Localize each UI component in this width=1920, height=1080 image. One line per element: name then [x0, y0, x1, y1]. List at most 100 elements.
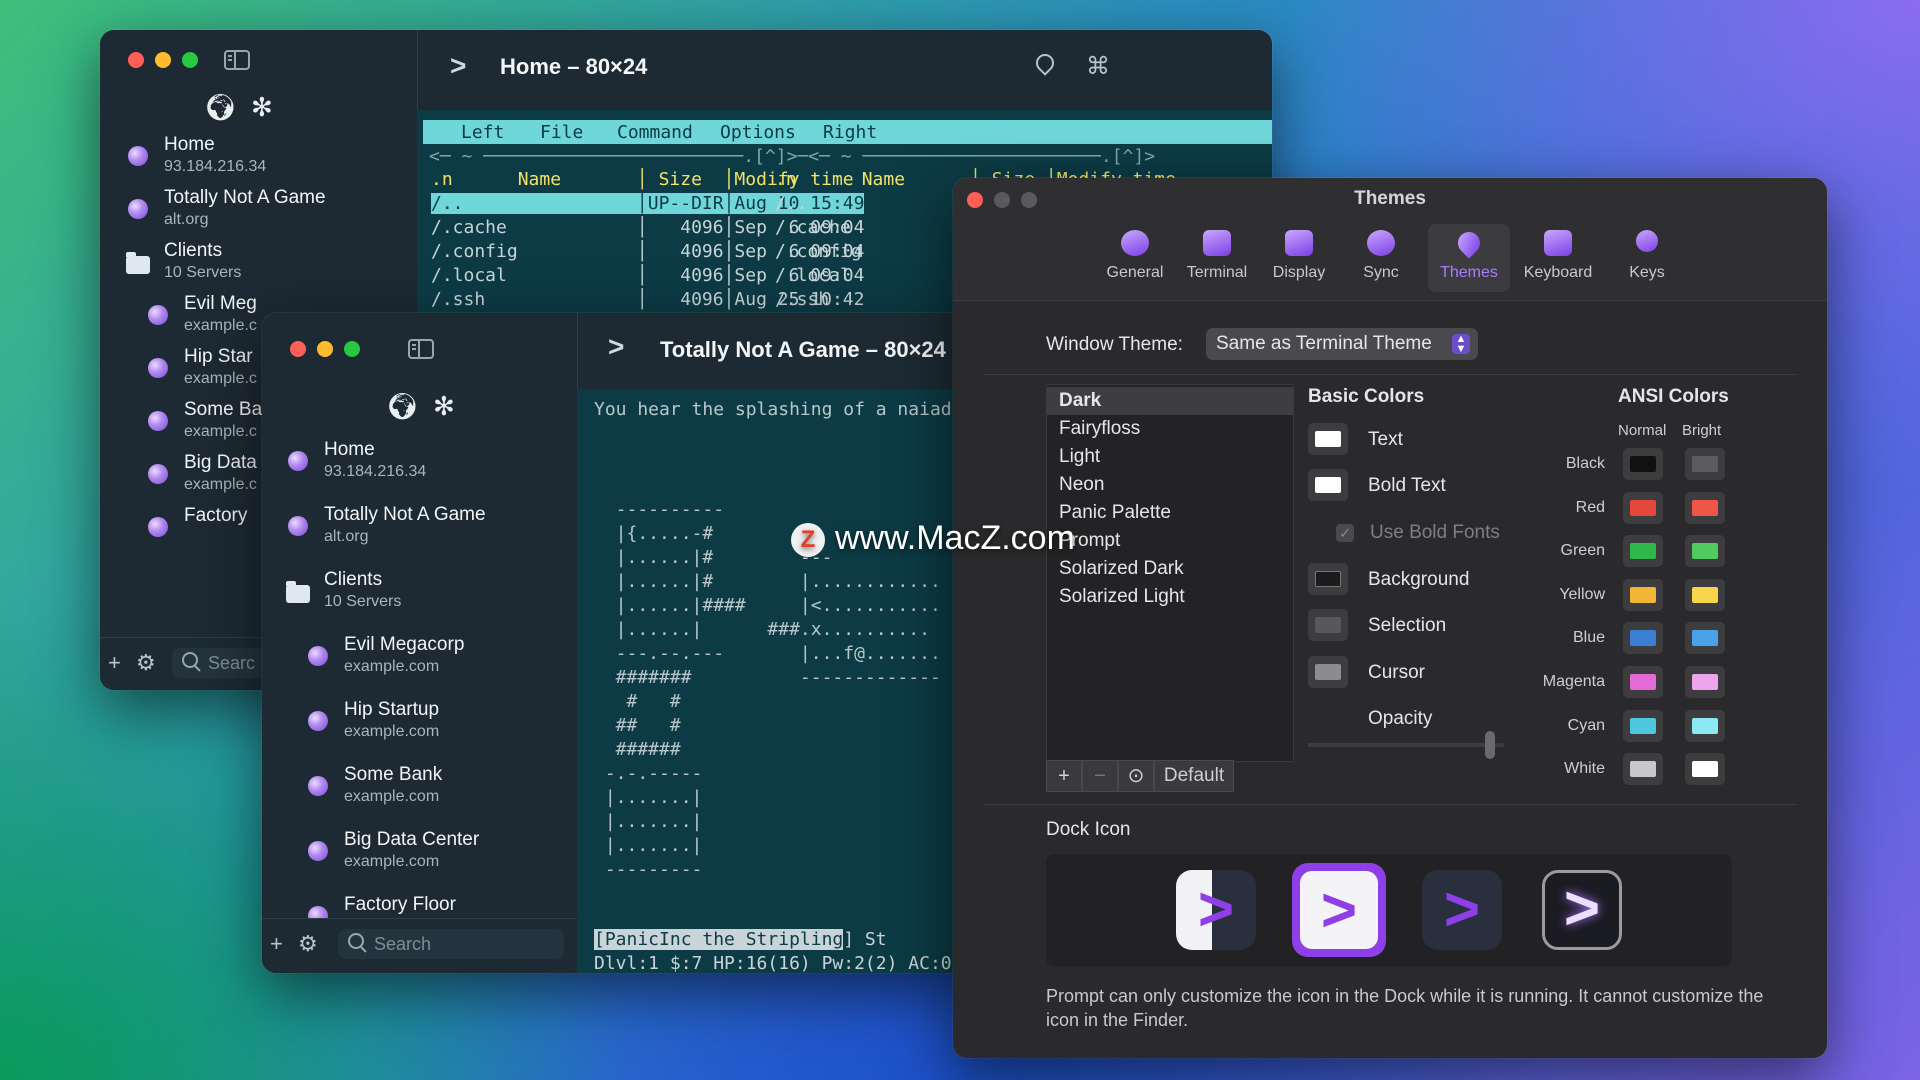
mc-row[interactable]: /..	[775, 193, 808, 214]
ansi-bright-well[interactable]	[1685, 448, 1725, 480]
color-well[interactable]	[1308, 609, 1348, 641]
theme-list-item[interactable]: Panic Palette	[1047, 499, 1293, 527]
default-button[interactable]: Default	[1154, 760, 1234, 792]
opacity-slider[interactable]	[1308, 731, 1504, 759]
sidebar-server-hip[interactable]: Hip Startup example.com	[262, 697, 577, 749]
sidebar-server-evil[interactable]: Evil Megacorp example.com	[262, 632, 577, 684]
sidebar-server-game[interactable]: Totally Not A Game alt.org	[262, 502, 577, 554]
tab-keys[interactable]: Keys	[1606, 224, 1688, 292]
asterisk-icon[interactable]: ✻	[433, 391, 455, 422]
globe-icon[interactable]: 🌍︎	[204, 92, 237, 123]
tab-general[interactable]: General	[1094, 224, 1176, 292]
tab-display[interactable]: Display	[1258, 224, 1340, 292]
ansi-normal-well[interactable]	[1623, 535, 1663, 567]
map-line: |.......|	[594, 787, 703, 808]
mc-row[interactable]: /.config	[775, 241, 862, 262]
tab-themes[interactable]: Themes	[1428, 224, 1510, 292]
server-host: example.c	[184, 476, 257, 493]
ansi-bright-well[interactable]	[1685, 492, 1725, 524]
minimize-button[interactable]	[155, 52, 171, 68]
theme-list-item[interactable]: Prompt	[1047, 527, 1293, 555]
display-icon	[1285, 230, 1313, 256]
color-well[interactable]	[1308, 423, 1348, 455]
ansi-normal-well[interactable]	[1623, 666, 1663, 698]
ansi-normal-well[interactable]	[1623, 492, 1663, 524]
mc-menu-command[interactable]: Command	[617, 122, 693, 143]
mc-menu-file[interactable]: File	[540, 122, 583, 143]
sidebar-server-bank[interactable]: Some Bank example.com	[262, 762, 577, 814]
ansi-normal-well[interactable]	[1623, 753, 1663, 785]
theme-list-item-dark[interactable]: Dark	[1047, 387, 1293, 415]
search-input[interactable]: Search	[338, 929, 564, 959]
color-well[interactable]	[1308, 656, 1348, 688]
tab-label: Themes	[1440, 264, 1498, 281]
gear-icon[interactable]: ⚙	[298, 931, 318, 957]
dock-icon-option-neon[interactable]: >	[1542, 870, 1622, 950]
color-label: Background	[1368, 569, 1470, 590]
dock-icon-picker: > > > >	[1046, 854, 1732, 966]
sidebar-server-game[interactable]: Totally Not A Game alt.org	[100, 185, 417, 237]
mc-menu-right[interactable]: Right	[823, 122, 877, 143]
map-line: |......|# |............	[594, 571, 941, 592]
window-theme-select[interactable]: Same as Terminal Theme ▲ ▼	[1206, 328, 1478, 360]
sidebar-server-home[interactable]: Home 93.184.216.34	[100, 132, 417, 184]
more-options-icon[interactable]: ⊙	[1118, 760, 1154, 792]
key-icon	[1636, 230, 1658, 252]
globe-icon[interactable]: 🌍︎	[386, 391, 419, 422]
dock-icon-option-dark[interactable]: >	[1422, 870, 1502, 950]
keyboard-grid-icon[interactable]: ⌘	[1086, 52, 1110, 81]
ansi-normal-well[interactable]	[1623, 710, 1663, 742]
tab-terminal[interactable]: Terminal	[1176, 224, 1258, 292]
close-button[interactable]	[128, 52, 144, 68]
add-icon[interactable]: +	[270, 931, 283, 957]
ansi-bright-well[interactable]	[1685, 535, 1725, 567]
gear-icon[interactable]: ⚙	[136, 650, 156, 676]
mc-menu-left[interactable]: Left	[461, 122, 504, 143]
theme-list-item[interactable]: Fairyfloss	[1047, 415, 1293, 443]
server-host: example.com	[344, 853, 440, 870]
sidebar-toggle-icon[interactable]	[408, 339, 434, 359]
server-ball-icon	[148, 358, 168, 378]
add-theme-button[interactable]: +	[1046, 760, 1082, 792]
server-host: example.c	[184, 423, 257, 440]
ansi-normal-well[interactable]	[1623, 448, 1663, 480]
theme-list-item[interactable]: Light	[1047, 443, 1293, 471]
ansi-bright-well[interactable]	[1685, 710, 1725, 742]
color-well[interactable]	[1308, 469, 1348, 501]
add-icon[interactable]: +	[108, 650, 121, 676]
tab-sync[interactable]: Sync	[1340, 224, 1422, 292]
ansi-bright-well[interactable]	[1685, 579, 1725, 611]
close-button[interactable]	[290, 341, 306, 357]
remove-theme-button[interactable]: −	[1082, 760, 1118, 792]
sidebar-toggle-icon[interactable]	[224, 50, 250, 70]
zoom-button[interactable]	[344, 341, 360, 357]
theme-list-item[interactable]: Neon	[1047, 471, 1293, 499]
tab-keyboard[interactable]: Keyboard	[1517, 224, 1599, 292]
asterisk-icon[interactable]: ✻	[251, 92, 273, 123]
divider	[983, 804, 1797, 805]
mc-menu-options[interactable]: Options	[720, 122, 796, 143]
sidebar-folder-clients[interactable]: Clients 10 Servers	[100, 238, 417, 290]
minimize-button[interactable]	[317, 341, 333, 357]
zoom-button[interactable]	[182, 52, 198, 68]
dock-icon-option-light-selected[interactable]: >	[1292, 863, 1386, 957]
sidebar-folder-clients[interactable]: Clients 10 Servers	[262, 567, 577, 619]
theme-list-item[interactable]: Solarized Dark	[1047, 555, 1293, 583]
mc-row[interactable]: /.ssh	[775, 289, 829, 310]
sidebar-server-bigdata[interactable]: Big Data Center example.com	[262, 827, 577, 879]
mc-row[interactable]: /.local	[775, 265, 851, 286]
ansi-bright-well[interactable]	[1685, 666, 1725, 698]
ansi-bright-well[interactable]	[1685, 622, 1725, 654]
dock-icon-option-split[interactable]: >	[1176, 870, 1256, 950]
theme-list-item[interactable]: Solarized Light	[1047, 583, 1293, 611]
theme-drop-icon[interactable]	[1032, 50, 1058, 76]
slider-knob[interactable]	[1485, 731, 1495, 759]
ansi-normal-well[interactable]	[1623, 622, 1663, 654]
ansi-normal-well[interactable]	[1623, 579, 1663, 611]
sidebar-server-home[interactable]: Home 93.184.216.34	[262, 437, 577, 489]
mc-row[interactable]: /.cache	[775, 217, 851, 238]
checkmark-icon[interactable]: ✓	[1336, 524, 1354, 542]
preferences-toolbar: Themes General Terminal Display Sync The…	[953, 178, 1827, 301]
ansi-bright-well[interactable]	[1685, 753, 1725, 785]
color-well[interactable]	[1308, 563, 1348, 595]
